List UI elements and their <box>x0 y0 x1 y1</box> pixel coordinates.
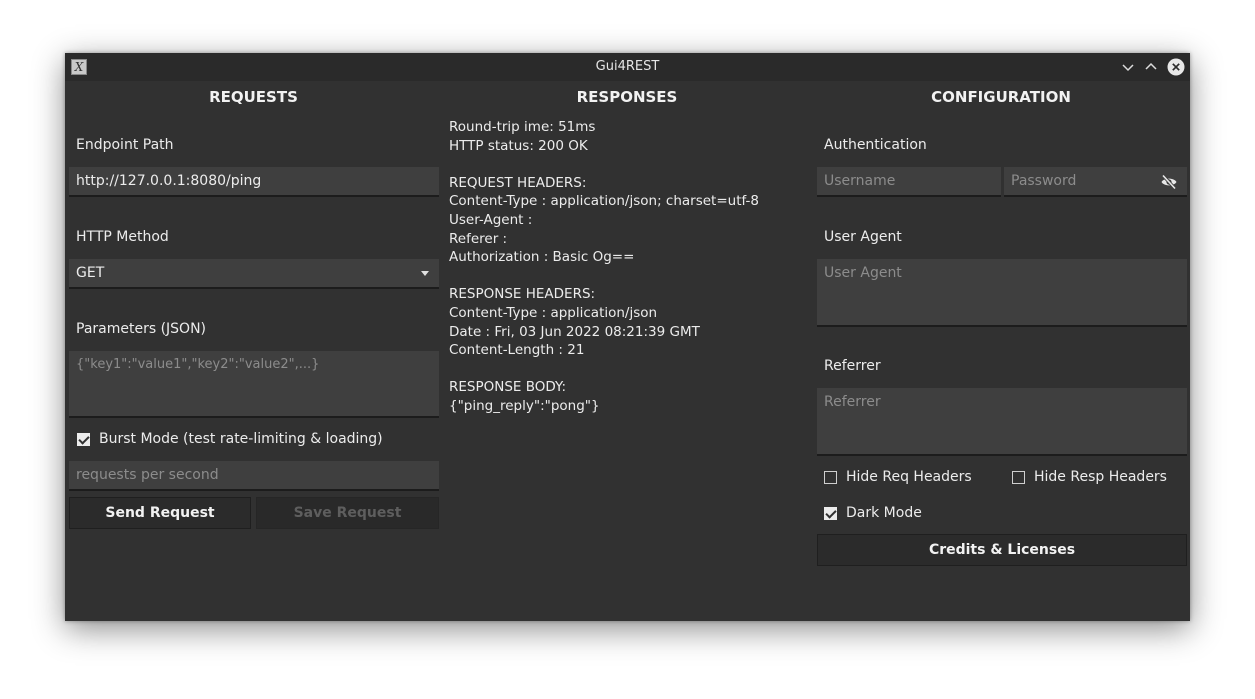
hide-req-headers-toggle[interactable]: Hide Req Headers <box>824 467 972 487</box>
requests-per-second-input[interactable]: requests per second <box>69 461 439 491</box>
title-bar: X Gui4REST <box>65 53 1190 81</box>
response-line: Content-Type : application/json; charset… <box>449 193 759 210</box>
minimize-icon[interactable] <box>1119 58 1137 76</box>
response-line: User-Agent : <box>449 211 533 228</box>
credits-licenses-button[interactable]: Credits & Licenses <box>817 534 1187 566</box>
maximize-icon[interactable] <box>1142 58 1160 76</box>
parameters-label: Parameters (JSON) <box>76 321 207 337</box>
response-line: RESPONSE BODY: <box>449 379 567 396</box>
burst-mode-toggle[interactable]: Burst Mode (test rate-limiting & loading… <box>77 429 383 449</box>
response-output: Round-trip ime: 51ms HTTP status: 200 OK… <box>449 118 809 416</box>
requests-heading: REQUESTS <box>209 88 298 106</box>
dark-mode-checkbox[interactable] <box>824 506 837 520</box>
dark-mode-toggle[interactable]: Dark Mode <box>824 503 922 523</box>
referrer-input[interactable]: Referrer <box>817 388 1187 456</box>
http-method-value: GET <box>76 265 105 281</box>
hide-resp-headers-checkbox[interactable] <box>1012 470 1025 484</box>
response-line: Date : Fri, 03 Jun 2022 08:21:39 GMT <box>449 323 700 340</box>
response-line: Round-trip ime: 51ms <box>449 119 596 135</box>
window-title: Gui4REST <box>595 59 660 74</box>
configuration-heading: CONFIGURATION <box>931 88 1071 106</box>
hide-req-headers-checkbox[interactable] <box>824 470 837 484</box>
authentication-label: Authentication <box>824 137 927 153</box>
burst-mode-label: Burst Mode (test rate-limiting & loading… <box>99 431 383 447</box>
hide-resp-headers-toggle[interactable]: Hide Resp Headers <box>1012 467 1167 487</box>
referrer-label: Referrer <box>824 358 881 374</box>
burst-mode-checkbox[interactable] <box>77 432 90 446</box>
response-line: Authorization : Basic Og== <box>449 249 635 266</box>
app-window: X Gui4REST REQUESTS Endpoint Path http:/… <box>65 53 1190 621</box>
response-line: HTTP status: 200 OK <box>449 137 588 154</box>
responses-heading: RESPONSES <box>576 88 678 106</box>
endpoint-path-input[interactable]: http://127.0.0.1:8080/ping <box>69 167 439 197</box>
response-line: Content-Length : 21 <box>449 342 585 359</box>
dark-mode-label: Dark Mode <box>846 505 922 521</box>
eye-off-icon[interactable] <box>1160 173 1178 191</box>
endpoint-path-label: Endpoint Path <box>76 137 174 153</box>
hide-req-headers-label: Hide Req Headers <box>846 469 972 485</box>
response-line: {"ping_reply":"pong"} <box>449 397 600 414</box>
response-line <box>449 155 809 174</box>
user-agent-input[interactable]: User Agent <box>817 259 1187 327</box>
response-line <box>449 267 809 286</box>
response-line: REQUEST HEADERS: <box>449 174 587 191</box>
http-method-select[interactable]: GET <box>69 259 439 289</box>
http-method-label: HTTP Method <box>76 229 169 245</box>
response-line: RESPONSE HEADERS: <box>449 286 596 303</box>
send-request-button[interactable]: Send Request <box>69 497 251 529</box>
username-input[interactable]: Username <box>817 167 1001 197</box>
user-agent-label: User Agent <box>824 229 902 245</box>
response-line <box>449 360 809 379</box>
close-icon[interactable] <box>1167 58 1185 76</box>
chevron-down-icon <box>421 271 429 276</box>
response-line: Referer : <box>449 230 508 247</box>
save-request-button[interactable]: Save Request <box>256 497 439 529</box>
response-line: Content-Type : application/json <box>449 304 658 321</box>
parameters-textarea[interactable]: {"key1":"value1","key2":"value2",...} <box>69 351 439 418</box>
hide-resp-headers-label: Hide Resp Headers <box>1034 469 1167 485</box>
